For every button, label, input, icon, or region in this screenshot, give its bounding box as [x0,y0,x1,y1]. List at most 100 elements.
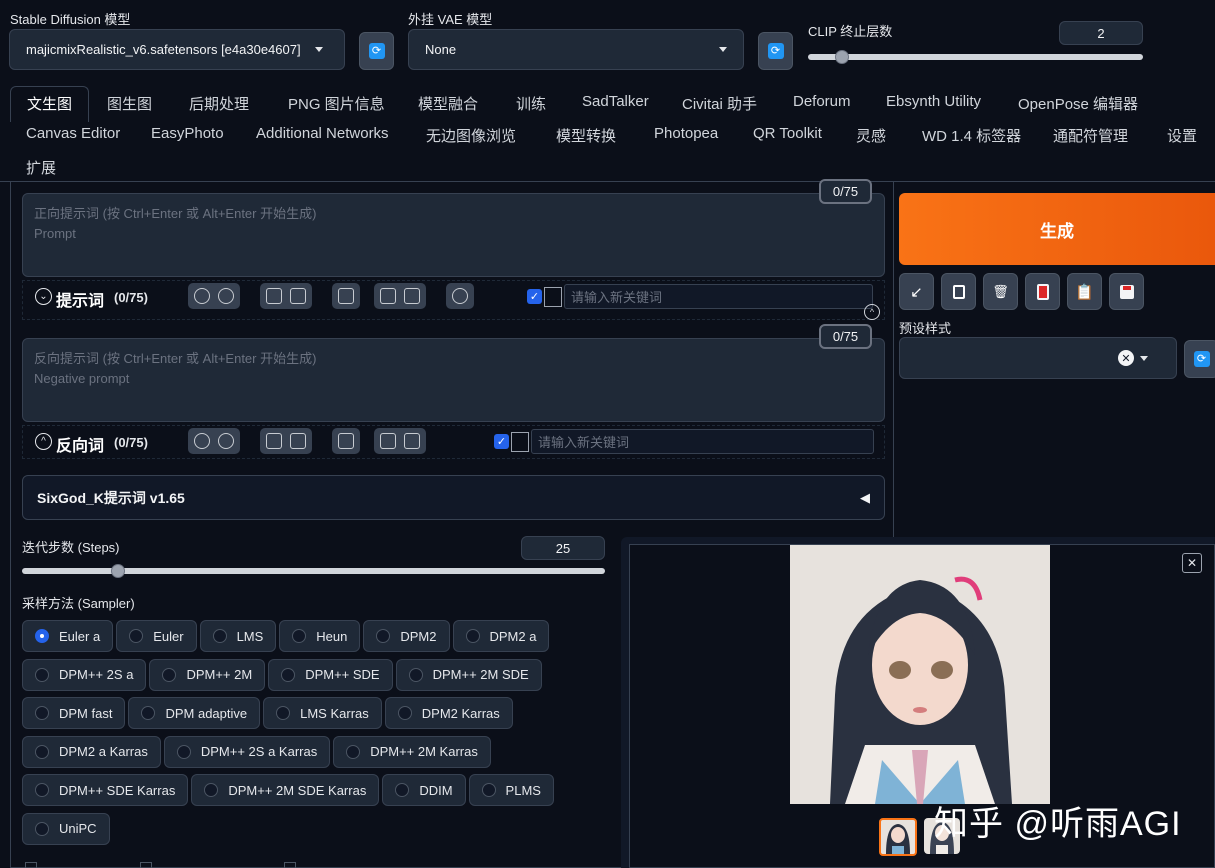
clip-slider-thumb[interactable] [834,50,849,64]
bookmark-icon[interactable] [290,288,306,304]
generate-button[interactable]: 生成 [899,193,1215,265]
negative-prompt-textarea[interactable]: 反向提示词 (按 Ctrl+Enter 或 Alt+Enter 开始生成) Ne… [22,338,885,422]
tab-0-row1[interactable]: 文生图 [10,86,90,122]
tab-8-row1[interactable]: Deforum [793,93,851,110]
sampler-option[interactable]: DPM fast [22,697,126,729]
clip-slider-track[interactable] [808,50,1143,64]
chevron-up-icon[interactable]: ^ [864,304,880,320]
bookmark-icon[interactable] [290,433,306,449]
sampler-option[interactable]: Euler [116,620,197,652]
tab-6-row2[interactable]: QR Toolkit [753,125,822,142]
tab-10-row2[interactable]: 设置 [1167,125,1197,146]
tab-6-row1[interactable]: SadTalker [582,93,649,110]
tab-2-row1[interactable]: 后期处理 [189,93,249,114]
sampler-option[interactable]: DPM++ 2S a Karras [163,735,331,768]
tab-7-row2[interactable]: 灵感 [856,125,886,146]
sampler-option[interactable]: DPM adaptive [128,697,261,729]
trash-icon[interactable] [404,288,420,304]
sampler-option[interactable]: Heun [279,620,361,652]
thumbnail-1[interactable] [879,818,917,856]
tab-1-row2[interactable]: EasyPhoto [151,125,224,142]
clear-icon[interactable]: ✕ [1118,350,1134,366]
sampler-option[interactable]: DPM++ SDE Karras [22,774,189,806]
globe-icon[interactable] [194,288,210,304]
checkbox-partial[interactable] [284,862,296,868]
tab-10-row1[interactable]: OpenPose 编辑器 [1018,93,1138,114]
sd-model-dropdown[interactable]: majicmixRealistic_v6.safetensors [e4a30e… [9,29,345,70]
save-style-button[interactable] [1109,273,1144,310]
tab-3-row1[interactable]: PNG 图片信息 [288,93,385,114]
vae-dropdown[interactable]: None [408,29,744,70]
history-icon[interactable] [266,288,282,304]
translate-icon[interactable] [338,433,354,449]
sampler-option[interactable]: DPM++ 2M [149,658,266,691]
openai-icon[interactable] [452,288,468,304]
gear-icon[interactable] [218,288,234,304]
refresh-icon: ⟳ [767,43,784,59]
clear-button[interactable]: 🗑 [983,273,1018,310]
tab-4-row1[interactable]: 模型融合 [418,93,478,114]
sampler-option[interactable]: DPM++ 2M SDE [395,658,542,691]
prompt-textarea[interactable]: 正向提示词 (按 Ctrl+Enter 或 Alt+Enter 开始生成) Pr… [22,193,885,277]
tab-1-row1[interactable]: 图生图 [107,93,152,114]
sampler-option[interactable]: PLMS [468,774,554,806]
sampler-option[interactable]: Euler a [22,620,114,652]
sampler-option[interactable]: DPM2 a [452,620,550,652]
tab-4-row2[interactable]: 模型转换 [556,125,616,146]
sampler-option[interactable]: LMS [199,620,277,652]
sampler-option[interactable]: DPM2 [363,620,450,652]
tab-7-row1[interactable]: Civitai 助手 [682,93,757,114]
tab-9-row1[interactable]: Ebsynth Utility [886,93,981,110]
styles-dropdown[interactable]: ✕ [899,337,1177,379]
sampler-option[interactable]: DDIM [382,774,466,806]
refresh-styles-button[interactable]: ⟳ [1184,340,1215,378]
checkbox-partial[interactable] [25,862,37,868]
sixgod-accordion[interactable]: SixGod_K提示词 v1.65 ◀ [22,475,885,520]
tab-0-row3[interactable]: 扩展 [26,157,56,178]
tab-0-row2[interactable]: Canvas Editor [26,125,120,142]
clip-value-input[interactable]: 2 [1059,21,1143,45]
tab-8-row2[interactable]: WD 1.4 标签器 [922,125,1021,146]
gear-icon[interactable] [218,433,234,449]
tab-5-row1[interactable]: 训练 [516,93,546,114]
sampler-option-label: DPM2 a Karras [59,744,148,759]
globe-icon[interactable] [194,433,210,449]
trash-icon[interactable] [404,433,420,449]
sampler-option[interactable]: UniPC [22,812,110,845]
checkbox-partial[interactable] [140,862,152,868]
sampler-option[interactable]: DPM++ 2M SDE Karras [191,774,380,806]
tab-3-row2[interactable]: 无边图像浏览 [426,125,516,146]
negative-keyword-input[interactable]: 请输入新关键词 [531,429,874,454]
arrow-back-button[interactable]: ↙ [899,273,934,310]
negative-keyword-checkbox[interactable]: ✓ [494,434,509,449]
steps-value-input[interactable]: 25 [521,536,605,560]
generated-image[interactable] [790,545,1050,804]
copy-icon[interactable] [380,433,396,449]
sampler-option[interactable]: LMS Karras [263,697,382,729]
tab-5-row2[interactable]: Photopea [654,125,718,142]
sampler-option[interactable]: DPM2 Karras [384,697,513,729]
sd-model-label: Stable Diffusion 模型 [10,12,131,27]
copy-icon[interactable] [380,288,396,304]
refresh-models-button[interactable]: ⟳ [359,32,394,70]
chevron-up-icon[interactable]: ^ [35,433,52,450]
refresh-vae-button[interactable]: ⟳ [758,32,793,70]
sampler-option[interactable]: DPM++ SDE [268,658,393,691]
copy-style-button[interactable] [941,273,976,310]
tab-9-row2[interactable]: 通配符管理 [1053,125,1128,146]
history-icon[interactable] [266,433,282,449]
steps-slider-track[interactable] [22,564,605,578]
paste-button[interactable]: 📋 [1067,273,1102,310]
sampler-option[interactable]: DPM++ 2S a [22,658,147,691]
sampler-label: 采样方法 (Sampler) [22,596,135,611]
sampler-option[interactable]: DPM++ 2M Karras [333,735,491,768]
prompt-keyword-checkbox[interactable]: ✓ [527,289,542,304]
sampler-option[interactable]: DPM2 a Karras [22,735,161,768]
translate-icon[interactable] [338,288,354,304]
close-icon[interactable]: ✕ [1182,553,1202,573]
clipboard-icon: 📋 [1075,283,1094,301]
prompt-keyword-input[interactable]: 请输入新关键词 [564,284,873,309]
extra-networks-button[interactable] [1025,273,1060,310]
tab-2-row2[interactable]: Additional Networks [256,125,389,142]
chevron-down-icon[interactable]: ⌄ [35,288,52,305]
